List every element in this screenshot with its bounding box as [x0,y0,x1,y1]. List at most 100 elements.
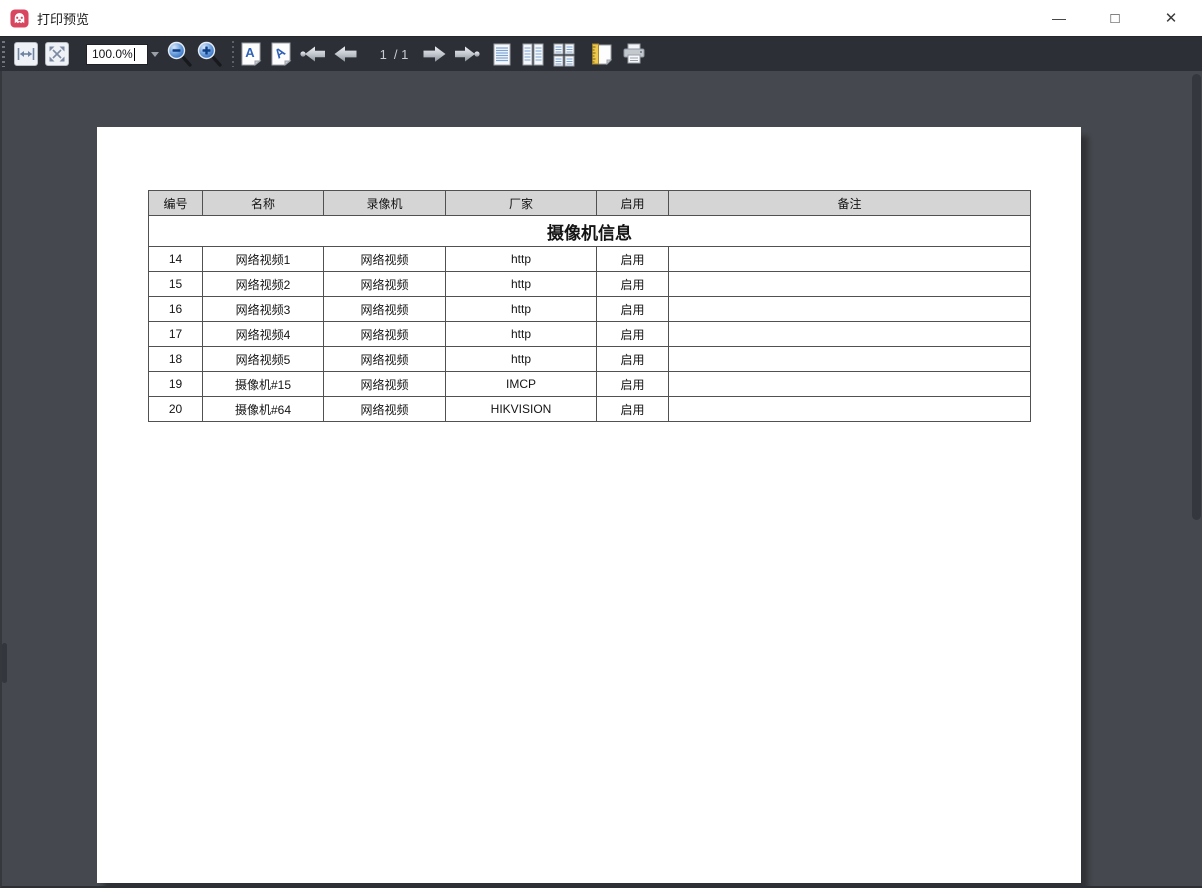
toolbar-grip[interactable] [2,41,5,67]
document-page: 摄像机信息 编号名称录像机厂家启用备注 14网络视频1网络视频http启用15网… [97,127,1081,883]
table-cell: 19 [149,372,203,397]
table-cell [669,247,1031,272]
column-header: 厂家 [446,191,597,216]
table-cell: 启用 [597,297,669,322]
table-cell: http [446,297,597,322]
table-cell: 网络视频 [324,297,446,322]
app-icon [10,9,29,28]
portrait-orientation-button[interactable]: A [239,41,263,67]
table-row: 19摄像机#15网络视频IMCP启用 [149,372,1031,397]
table-cell: 启用 [597,322,669,347]
table-row: 17网络视频4网络视频http启用 [149,322,1031,347]
last-page-button[interactable] [453,44,480,64]
window-title: 打印预览 [37,9,89,28]
table-cell: http [446,322,597,347]
print-button[interactable] [621,42,647,67]
table-title: 摄像机信息 [149,216,1031,247]
column-header: 录像机 [324,191,446,216]
column-header: 编号 [149,191,203,216]
vertical-scrollbar-thumb[interactable] [1192,74,1201,520]
table-row: 20摄像机#64网络视频HIKVISION启用 [149,397,1031,422]
table-row: 18网络视频5网络视频http启用 [149,347,1031,372]
table-cell: 网络视频 [324,347,446,372]
fit-page-icon [48,45,66,63]
table-row: 14网络视频1网络视频http启用 [149,247,1031,272]
print-preview-window: 打印预览 — □ ✕ [0,0,1202,888]
table-cell: 网络视频 [324,372,446,397]
page-setup-button[interactable] [590,42,614,67]
zoom-dropdown-button[interactable] [148,44,162,65]
text-caret [134,48,135,61]
table-cell: 14 [149,247,203,272]
table-cell: http [446,247,597,272]
zoom-input[interactable]: 100.0% [86,44,148,65]
table-cell: 网络视频4 [203,322,324,347]
column-header: 启用 [597,191,669,216]
table-cell: 摄像机#64 [203,397,324,422]
page-current: 1 [380,47,387,62]
table-cell: 启用 [597,347,669,372]
table-cell: 20 [149,397,203,422]
table-cell: 网络视频2 [203,272,324,297]
table-cell [669,297,1031,322]
table-cell: http [446,272,597,297]
table-cell [669,347,1031,372]
toolbar: 100.0% A A [0,36,1202,71]
chevron-down-icon [151,52,159,57]
zoom-value: 100.0% [92,47,133,61]
previous-page-button[interactable] [332,44,359,64]
fit-width-button[interactable] [14,42,38,66]
minus-glyph [173,49,181,51]
landscape-orientation-button[interactable]: A [269,41,293,67]
table-header-row: 编号名称录像机厂家启用备注 [149,191,1031,216]
next-page-button[interactable] [421,44,448,64]
zoom-control: 100.0% [86,44,162,65]
minimize-button[interactable]: — [1044,3,1074,33]
table-cell: 网络视频3 [203,297,324,322]
table-cell [669,322,1031,347]
single-page-view-button[interactable] [490,42,514,67]
table-title-body: 摄像机信息 [149,216,1031,247]
plus-glyph [205,46,207,54]
two-page-view-button[interactable] [521,42,545,67]
four-page-view-button[interactable] [552,42,576,67]
column-header: 名称 [203,191,324,216]
table-cell: http [446,347,597,372]
table-row: 16网络视频3网络视频http启用 [149,297,1031,322]
zoom-in-button[interactable] [196,41,222,68]
table-cell: 15 [149,272,203,297]
window-controls: — □ ✕ [1018,3,1186,33]
table-cell: 启用 [597,397,669,422]
table-cell: 摄像机#15 [203,372,324,397]
close-button[interactable]: ✕ [1156,3,1186,33]
table-cell: 网络视频1 [203,247,324,272]
table-cell: 网络视频 [324,247,446,272]
titlebar: 打印预览 — □ ✕ [0,0,1202,36]
camera-info-table: 摄像机信息 编号名称录像机厂家启用备注 14网络视频1网络视频http启用15网… [148,190,1031,422]
fit-width-icon [16,46,36,62]
table-cell [669,272,1031,297]
page-indicator: 1 / 1 [371,47,417,62]
maximize-button[interactable]: □ [1100,3,1130,33]
table-body: 14网络视频1网络视频http启用15网络视频2网络视频http启用16网络视频… [149,247,1031,422]
table-cell: 网络视频 [324,322,446,347]
left-scrollbar-thumb[interactable] [2,643,7,683]
table-cell: 网络视频5 [203,347,324,372]
table-cell: 网络视频 [324,397,446,422]
table-cell: 网络视频 [324,272,446,297]
table-cell [669,372,1031,397]
table-cell: IMCP [446,372,597,397]
toolbar-separator [232,41,234,67]
table-cell: 启用 [597,372,669,397]
table-cell: 17 [149,322,203,347]
table-title-row: 摄像机信息 [149,216,1031,247]
page-total: / 1 [394,47,408,62]
preview-canvas[interactable]: 摄像机信息 编号名称录像机厂家启用备注 14网络视频1网络视频http启用15网… [0,71,1202,888]
first-page-button[interactable] [300,44,327,64]
column-header: 备注 [669,191,1031,216]
fit-page-button[interactable] [45,42,69,66]
table-cell: 18 [149,347,203,372]
table-cell: 启用 [597,247,669,272]
zoom-out-button[interactable] [166,41,192,68]
table-cell [669,397,1031,422]
